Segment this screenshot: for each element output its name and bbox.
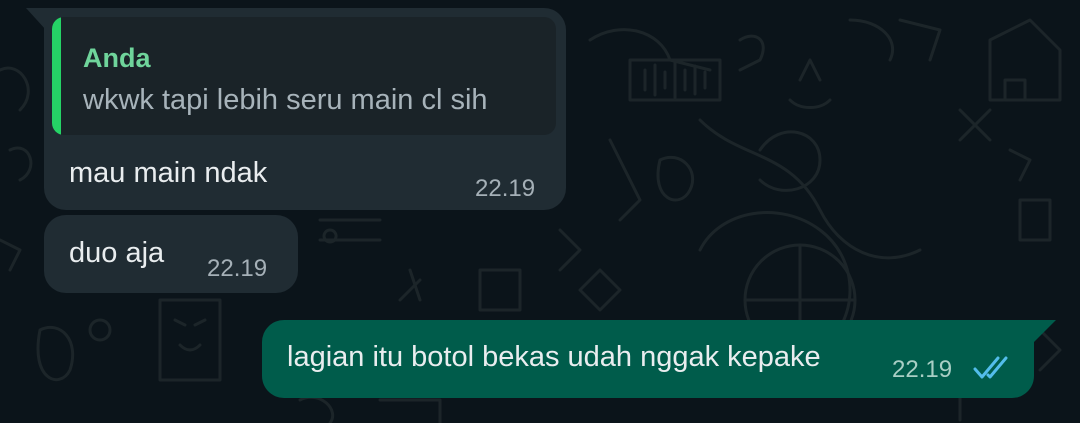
- message-time: 22.19: [207, 255, 268, 282]
- message-time: 22.19: [475, 175, 536, 202]
- incoming-bubble-tail: [26, 8, 46, 30]
- message-time: 22.19: [892, 356, 953, 383]
- message-text: lagian itu botol bekas udah nggak kepake: [287, 341, 821, 373]
- double-check-read-icon: [973, 356, 1008, 379]
- message-text: duo aja: [69, 237, 165, 269]
- message-text: mau main ndak: [69, 157, 268, 189]
- quote-accent-bar: [52, 17, 61, 135]
- outgoing-bubble-tail: [1034, 320, 1056, 342]
- quoted-reply[interactable]: Anda wkwk tapi lebih seru main cl sih: [52, 17, 556, 135]
- quoted-text: wkwk tapi lebih seru main cl sih: [83, 84, 488, 116]
- quoted-author: Anda: [83, 43, 151, 73]
